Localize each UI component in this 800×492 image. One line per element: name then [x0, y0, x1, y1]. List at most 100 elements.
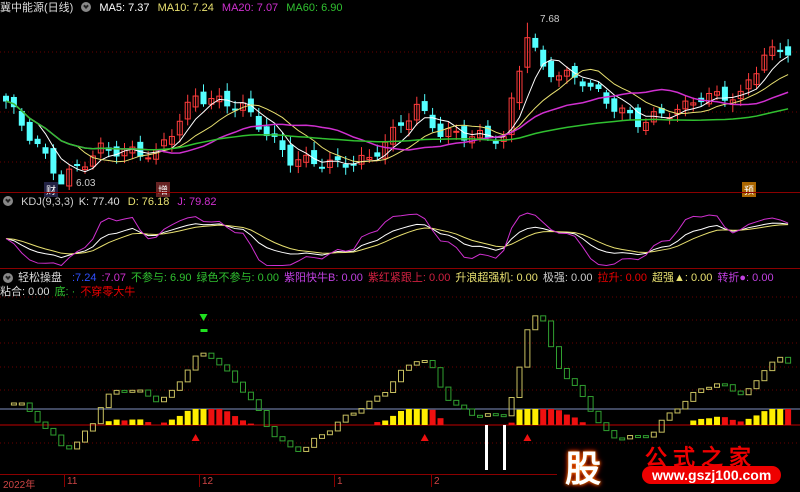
volume-bar	[690, 420, 697, 425]
candle	[42, 147, 49, 154]
candle	[785, 46, 792, 56]
indicator-item: 粘合: 0.00	[0, 286, 50, 298]
volume-bar	[176, 415, 183, 425]
indicator-item: 紫阳快牛B: 0.00	[284, 272, 363, 284]
candle	[587, 82, 594, 87]
volume-bar	[232, 416, 239, 425]
signal-box	[627, 435, 634, 440]
signal-box	[326, 430, 333, 436]
settings-toggle-icon[interactable]	[81, 2, 92, 12]
watermark-url: www.gszj100.com	[642, 466, 782, 484]
volume-bar	[737, 421, 744, 425]
axis-label: 2022年	[3, 480, 36, 491]
signal-box	[129, 389, 136, 393]
signal-box	[508, 397, 515, 417]
signal-box	[216, 357, 223, 366]
divider	[0, 268, 800, 269]
axis-label: 2	[434, 476, 440, 487]
signal-box	[769, 361, 776, 372]
signal-box	[445, 386, 452, 401]
ma5-line	[5, 56, 789, 173]
volume-bar	[437, 418, 444, 425]
signal-box	[153, 395, 160, 403]
signal-box	[303, 446, 310, 452]
kdj-j-line	[5, 212, 789, 266]
volume-bar	[579, 422, 586, 425]
sell-marker	[200, 329, 208, 332]
candle	[548, 60, 555, 78]
candle	[453, 130, 460, 133]
candle	[255, 115, 262, 130]
volume-bar	[785, 409, 792, 425]
candle	[3, 95, 9, 102]
signal-box	[382, 391, 389, 397]
signal-box	[524, 329, 531, 368]
white-bar	[485, 425, 488, 470]
volume-bar	[192, 409, 199, 425]
candle	[374, 152, 381, 157]
signal-box	[437, 367, 444, 388]
volume-bar	[413, 409, 420, 425]
price-chart[interactable]	[0, 12, 800, 190]
candle	[58, 174, 65, 185]
ma10-line	[5, 68, 789, 163]
indicator-item: :7.07	[101, 272, 126, 284]
buy-arrow-icon	[191, 434, 200, 441]
volume-bar	[121, 420, 128, 425]
volume-bar	[113, 419, 120, 425]
signal-box	[698, 388, 705, 393]
signal-box	[500, 414, 507, 418]
volume-bar	[421, 409, 428, 425]
volume-bar	[247, 423, 254, 425]
signal-box	[753, 380, 760, 390]
volume-bar	[777, 409, 784, 425]
candle	[398, 122, 404, 126]
signal-box	[477, 414, 483, 418]
volume-bar	[161, 422, 167, 425]
signal-box	[484, 413, 491, 417]
tag-yu[interactable]: 预	[742, 182, 756, 197]
volume-bar	[745, 418, 752, 425]
signal-box	[105, 393, 112, 409]
kdj-chart[interactable]	[0, 206, 800, 266]
candle	[421, 101, 428, 112]
candle	[200, 91, 207, 105]
indicator-header: 轻松操盘 :7.24 :7.07 不参与: 6.90 绿色不参与: 0.00 紫…	[0, 271, 800, 299]
volume-bar	[145, 422, 152, 425]
signal-box	[785, 356, 792, 364]
volume-bar	[390, 415, 397, 425]
volume-bar	[137, 419, 144, 425]
volume-bar	[398, 410, 404, 425]
signal-box	[571, 378, 578, 386]
signal-box	[761, 370, 768, 382]
volume-bar	[769, 409, 776, 425]
signal-box	[390, 381, 397, 393]
indicator-item: 绿色不参与: 0.00	[196, 272, 279, 284]
volume-bar	[524, 409, 531, 425]
signal-box	[271, 426, 278, 438]
buy-arrow-icon	[523, 434, 532, 441]
candle	[287, 144, 294, 166]
indicator-toggle-icon[interactable]	[3, 273, 13, 283]
axis-label: 11	[67, 476, 78, 487]
signal-box	[287, 440, 294, 448]
signal-box	[777, 356, 784, 363]
indicator-item: 转折●: 0.00	[717, 272, 774, 284]
volume-bar	[240, 420, 246, 425]
candle	[579, 81, 586, 87]
kdj-toggle-icon[interactable]	[3, 196, 13, 206]
signal-box	[516, 366, 523, 399]
candle	[611, 98, 618, 112]
signal-box	[737, 390, 744, 396]
indicator-item: 拉升: 0.00	[597, 272, 647, 284]
signal-box	[334, 421, 341, 432]
signal-box	[658, 419, 665, 433]
signal-box	[611, 430, 618, 439]
signal-box	[161, 396, 167, 403]
low-price-label: 6.03	[76, 178, 96, 189]
signal-box	[642, 435, 649, 439]
volume-bar	[405, 409, 412, 425]
indicator-item: 紫红紧跟上: 0.00	[367, 272, 451, 284]
volume-bar	[698, 418, 705, 425]
signal-box	[10, 402, 17, 406]
